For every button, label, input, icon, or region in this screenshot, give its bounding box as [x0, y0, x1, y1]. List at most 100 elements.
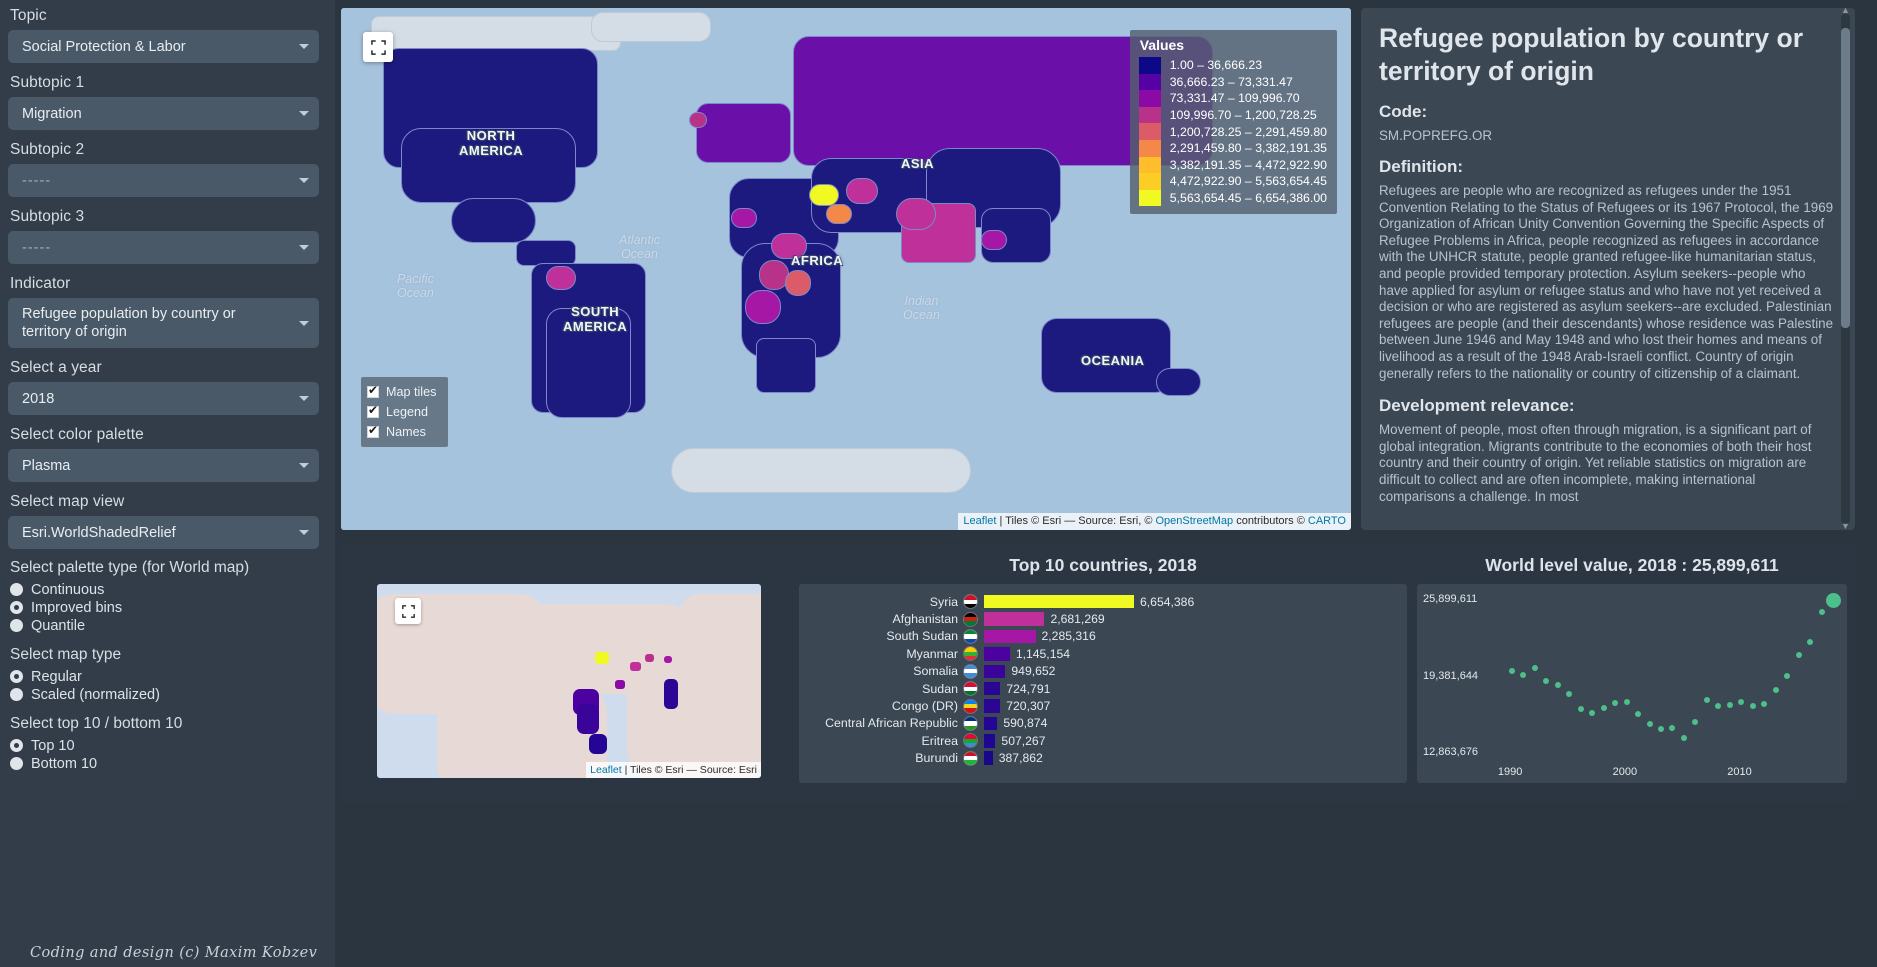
- scatter-point: [1807, 639, 1814, 646]
- carto-link[interactable]: CARTO: [1308, 515, 1346, 527]
- legend-range: 36,666.23 – 73,331.47: [1169, 74, 1293, 89]
- map-type-scaled-normalized-[interactable]: Scaled (normalized): [10, 686, 319, 703]
- palette-type-quantile[interactable]: Quantile: [10, 617, 319, 634]
- country-flag-icon: [963, 611, 978, 627]
- bar-rect: [984, 594, 1134, 609]
- control-sidebar: Topic Social Protection & Labor Subtopic 1…: [0, 0, 335, 967]
- radio-icon: [10, 757, 23, 770]
- palette-type-improved-bins[interactable]: Improved bins: [10, 599, 319, 616]
- legend-swatch: [1138, 106, 1161, 124]
- field-subtopic-2: Subtopic 2 -----: [8, 140, 319, 197]
- info-scrollbar-thumb[interactable]: [1841, 28, 1850, 328]
- legend-swatch: [1138, 139, 1161, 157]
- select-7[interactable]: Esri.WorldShadedRelief: [8, 516, 319, 549]
- scatter-point: [1600, 704, 1607, 711]
- select-6[interactable]: Plasma: [8, 449, 319, 482]
- select-3[interactable]: -----: [8, 231, 319, 264]
- bar-value-label: 949,652: [1011, 664, 1056, 679]
- top-bottom-top-10[interactable]: Top 10: [10, 737, 319, 754]
- bar-chart-row: Eritrea 507,267: [805, 732, 1401, 749]
- minimap-country-highlight: [615, 680, 625, 689]
- checkbox-icon[interactable]: [367, 383, 379, 398]
- definition-text: Refugees are people who are recognized a…: [1379, 183, 1834, 381]
- bar-rect: [984, 647, 1010, 661]
- minimap-leaflet-link[interactable]: Leaflet: [590, 764, 622, 776]
- legend-row-3: 109,996.70 – 1,200,728.25: [1138, 106, 1327, 124]
- chevron-down-icon: [299, 178, 309, 183]
- bar-value-label: 724,791: [1006, 681, 1051, 696]
- select-4[interactable]: Refugee population by country or territo…: [8, 298, 319, 348]
- scatter-point: [1818, 608, 1825, 615]
- select-value: Migration: [22, 105, 82, 122]
- map-country-highlight: [771, 233, 807, 259]
- legend-range: 3,382,191.35 – 4,472,922.90: [1169, 157, 1327, 172]
- bar-rect: [984, 734, 996, 748]
- scroll-up-icon[interactable]: ▲: [1841, 8, 1850, 16]
- radio-label: Regular: [31, 668, 82, 685]
- minimap-country-highlight: [664, 656, 672, 663]
- radio-label: Bottom 10: [31, 755, 98, 772]
- map-landmass: [756, 338, 816, 393]
- map-landmass: [1156, 368, 1201, 396]
- scroll-down-icon[interactable]: ▼: [1841, 522, 1850, 531]
- bar-country-label: Sudan: [922, 681, 958, 696]
- chevron-down-icon: [299, 320, 309, 326]
- top-bottom-bottom-10[interactable]: Bottom 10: [10, 755, 319, 772]
- leaflet-link[interactable]: Leaflet: [963, 515, 996, 527]
- select-value: Refugee population by country or territo…: [22, 306, 236, 340]
- map-country-highlight: [785, 270, 811, 296]
- scatter-point: [1635, 710, 1642, 717]
- bar-country-label: Somalia: [913, 664, 958, 679]
- bar-chart-row: Afghanistan 2,681,269: [805, 610, 1401, 627]
- palette-type-continuous[interactable]: Continuous: [10, 581, 319, 598]
- map-country-highlight: [546, 266, 576, 290]
- top-bottom-group[interactable]: Top 10 Bottom 10: [10, 737, 319, 772]
- select-2[interactable]: -----: [8, 164, 319, 197]
- indicator-title: Refugee population by country or territo…: [1379, 23, 1804, 86]
- field-label: Select color palette: [10, 426, 144, 443]
- world-map[interactable]: NORTH AMERICA SOUTH AMERICA AFRICA ASIA OCEA…: [341, 8, 1351, 530]
- radio-label: Improved bins: [31, 599, 123, 616]
- map-type-regular[interactable]: Regular: [10, 668, 319, 685]
- select-5[interactable]: 2018: [8, 382, 319, 415]
- map-toggle-legend[interactable]: Legend: [367, 402, 436, 422]
- info-scrollbar[interactable]: [1841, 14, 1850, 524]
- scatter-point: [1749, 702, 1756, 709]
- fullscreen-icon[interactable]: [363, 32, 393, 62]
- bar-country-label: South Sudan: [886, 629, 958, 644]
- field-label: Select a year: [10, 359, 102, 376]
- legend-swatch: [1138, 189, 1161, 207]
- scatter-x-tick: 2010: [1727, 766, 1752, 778]
- minimap-country-highlight: [595, 652, 609, 664]
- minimap-fullscreen-icon[interactable]: [395, 598, 421, 624]
- select-value: -----: [22, 239, 52, 256]
- bar-value-label: 2,681,269: [1050, 612, 1105, 627]
- checkbox-label: Names: [386, 425, 426, 439]
- checkbox-icon[interactable]: [367, 403, 379, 418]
- bottom-panel: . Leaflet | Tiles © Esri — Source: Esri …: [341, 545, 1855, 803]
- select-0[interactable]: Social Protection & Labor: [8, 30, 319, 63]
- map-toggle-names[interactable]: Names: [367, 422, 436, 442]
- checkbox-label: Legend: [386, 405, 429, 419]
- definition-heading: Definition:: [1379, 157, 1464, 176]
- select-1[interactable]: Migration: [8, 97, 319, 130]
- palette-type-group[interactable]: Continuous Improved bins Quantile: [10, 581, 319, 634]
- osm-link[interactable]: OpenStreetMap: [1155, 515, 1233, 527]
- checkbox-icon[interactable]: [367, 423, 379, 438]
- minimap-country-highlight: [577, 704, 599, 734]
- legend-swatch: [1138, 156, 1161, 174]
- map-landmass: [1041, 318, 1171, 393]
- map-type-group[interactable]: Regular Scaled (normalized): [10, 668, 319, 703]
- scatter-point: [1761, 700, 1768, 707]
- detail-map[interactable]: Leaflet | Tiles © Esri — Source: Esri: [377, 584, 761, 778]
- radio-label: Continuous: [31, 581, 105, 598]
- scatter-point: [1577, 706, 1584, 713]
- code-heading: Code:: [1379, 102, 1428, 121]
- scatter-point: [1543, 677, 1550, 684]
- map-layer-controls[interactable]: Map tiles Legend Names: [361, 377, 449, 447]
- bar-rect: [984, 751, 993, 765]
- map-toggle-map-tiles[interactable]: Map tiles: [367, 382, 436, 402]
- legend-range: 5,563,654.45 – 6,654,386.00: [1169, 191, 1327, 206]
- legend-swatch: [1138, 123, 1161, 140]
- legend-swatch: [1138, 173, 1161, 190]
